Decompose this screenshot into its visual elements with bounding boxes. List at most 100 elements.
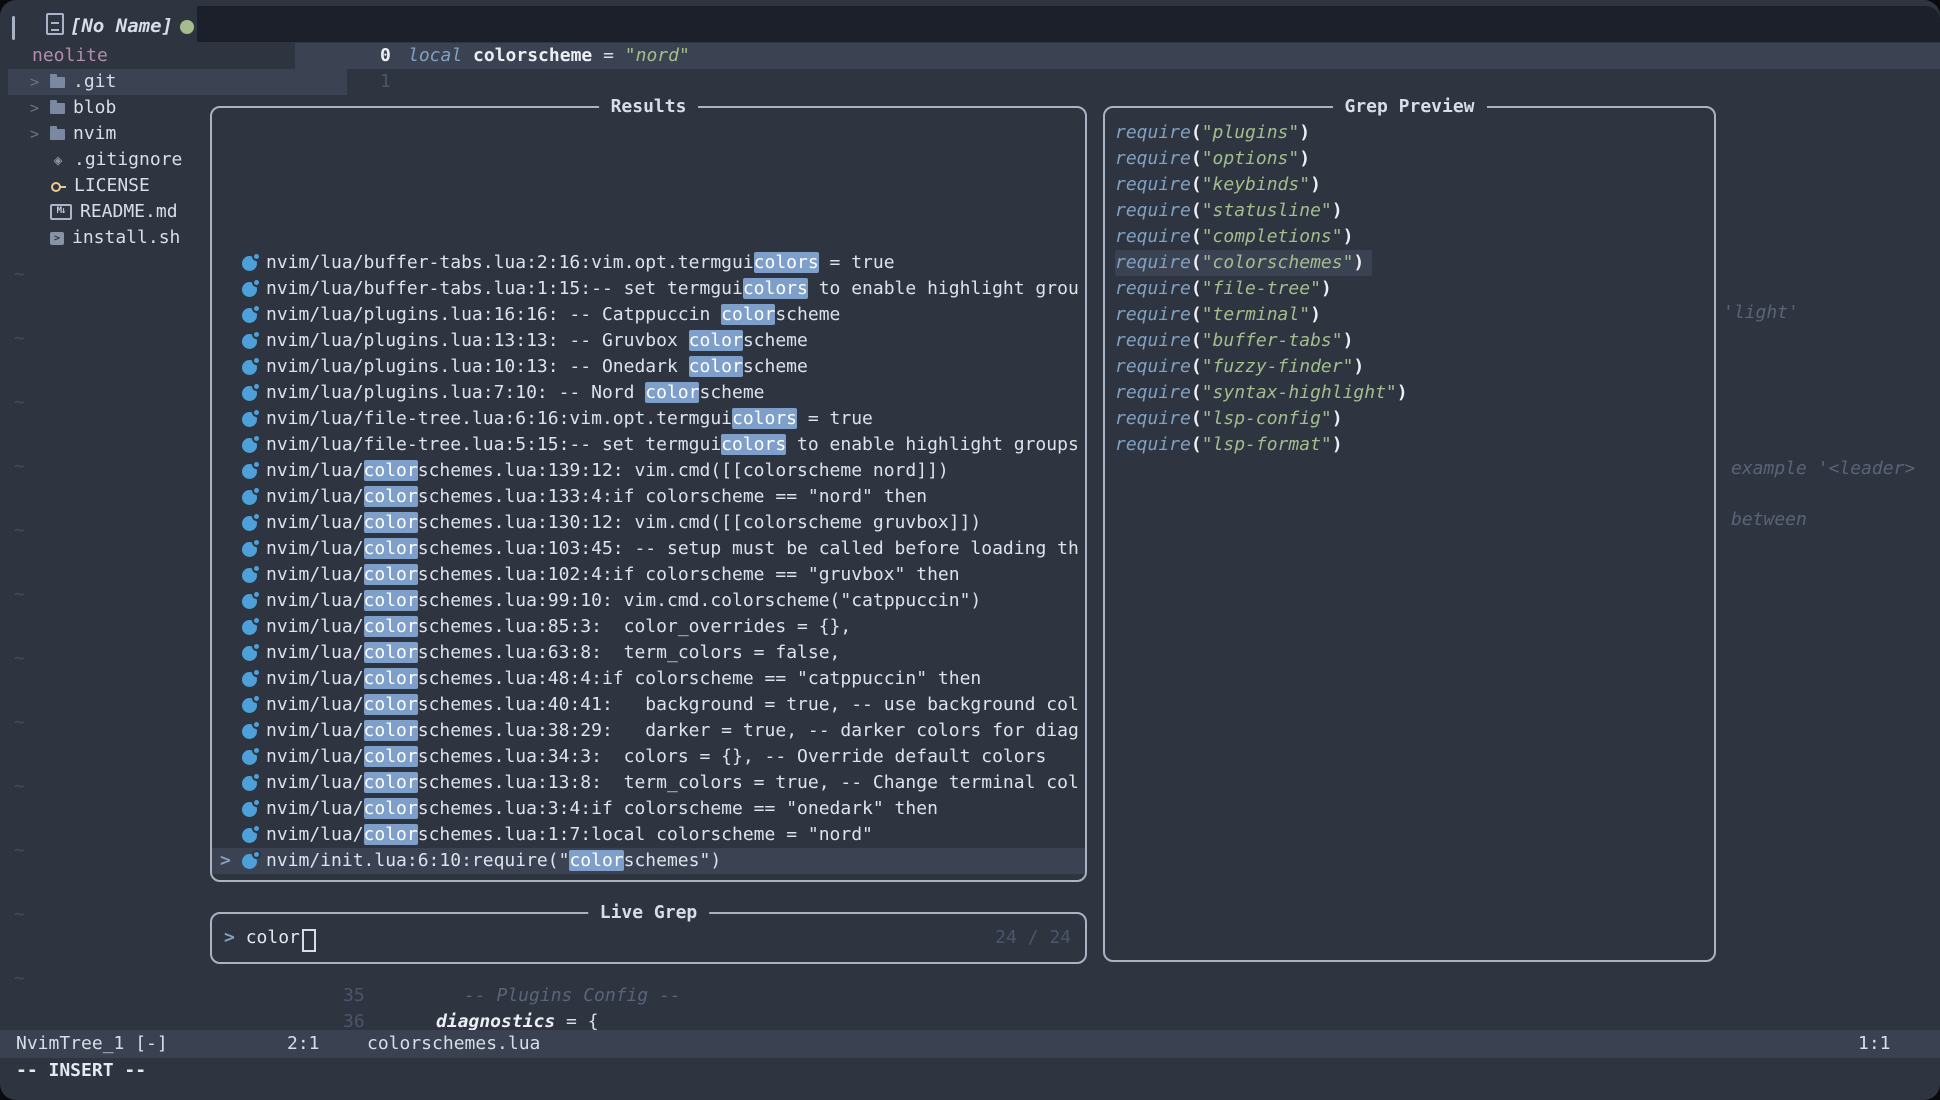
lua-file-icon <box>242 646 257 661</box>
preview-line: require("fuzzy-finder") <box>1105 354 1714 380</box>
empty-line-tilde: ~ <box>14 774 25 800</box>
result-text-post: scheme <box>743 356 808 377</box>
folder-icon <box>50 77 65 88</box>
paren-token: ) <box>1299 148 1310 169</box>
match-highlight: color <box>364 824 418 845</box>
result-row[interactable]: >nvim/lua/colorschemes.lua:34:3: colors … <box>212 744 1085 770</box>
background-text-fragment: 'light' <box>1723 300 1799 326</box>
result-text-pre: nvim/lua/ <box>266 746 364 767</box>
preview-line-code: require("terminal") <box>1115 302 1329 328</box>
result-row[interactable]: >nvim/lua/buffer-tabs.lua:1:15:-- set te… <box>212 276 1085 302</box>
result-row[interactable]: >nvim/lua/plugins.lua:7:10: -- Nord colo… <box>212 380 1085 406</box>
buffer-tab[interactable]: [No Name] <box>70 13 173 39</box>
match-highlight: color <box>364 720 418 741</box>
result-row[interactable]: >nvim/lua/colorschemes.lua:103:45: -- se… <box>212 536 1085 562</box>
comment-line: -- Plugins Config -- <box>464 983 681 1009</box>
result-text-pre: nvim/lua/buffer-tabs.lua:1:15:-- set ter… <box>266 278 743 299</box>
result-text-post: schemes.lua:85:3: color_overrides = {}, <box>418 616 851 637</box>
lua-file-icon <box>242 438 257 453</box>
preview-line-code: require("colorschemes") <box>1115 250 1372 276</box>
match-highlight: colors <box>721 434 786 455</box>
result-row[interactable]: >nvim/init.lua:6:10:require("colorscheme… <box>212 848 1085 874</box>
preview-line: require("colorschemes") <box>1105 250 1714 276</box>
paren-token: ) <box>1310 174 1321 195</box>
result-text: nvim/lua/colorschemes.lua:102:4:if color… <box>266 562 960 588</box>
function-token: require <box>1115 434 1191 455</box>
match-highlight: colors <box>754 252 819 273</box>
paren-token: ) <box>1310 304 1321 325</box>
lua-file-icon <box>242 334 257 349</box>
result-row[interactable]: >nvim/lua/colorschemes.lua:139:12: vim.c… <box>212 458 1085 484</box>
result-row[interactable]: >nvim/lua/colorschemes.lua:102:4:if colo… <box>212 562 1085 588</box>
line-number-current: 0 <box>380 43 391 69</box>
lua-file-icon <box>242 698 257 713</box>
result-text-pre: nvim/lua/ <box>266 512 364 533</box>
result-row[interactable]: >nvim/lua/plugins.lua:13:13: -- Gruvbox … <box>212 328 1085 354</box>
paren-token: ( <box>1191 382 1202 403</box>
lua-file-icon <box>242 802 257 817</box>
result-counter: 24 / 24 <box>995 925 1071 951</box>
preview-line: require("statusline") <box>1105 198 1714 224</box>
result-row[interactable]: >nvim/lua/colorschemes.lua:38:29: darker… <box>212 718 1085 744</box>
match-highlight: color <box>364 772 418 793</box>
empty-line-tilde: ~ <box>14 902 25 928</box>
result-text: nvim/lua/plugins.lua:16:16: -- Catppucci… <box>266 302 840 328</box>
result-row[interactable]: >nvim/lua/plugins.lua:16:16: -- Catppucc… <box>212 302 1085 328</box>
string-token: "buffer-tabs" <box>1202 330 1343 351</box>
result-row[interactable]: >nvim/lua/plugins.lua:10:13: -- Onedark … <box>212 354 1085 380</box>
string-token: "nord" <box>625 45 690 66</box>
editor-cursorline[interactable]: 0 local colorscheme = "nord" <box>295 43 1940 69</box>
result-text-pre: nvim/lua/ <box>266 590 364 611</box>
result-text: nvim/lua/colorschemes.lua:38:29: darker … <box>266 718 1079 744</box>
result-row[interactable]: >nvim/lua/file-tree.lua:6:16:vim.opt.ter… <box>212 406 1085 432</box>
function-token: require <box>1115 278 1191 299</box>
result-row[interactable]: >nvim/lua/colorschemes.lua:48:4:if color… <box>212 666 1085 692</box>
result-row[interactable]: >nvim/lua/colorschemes.lua:3:4:if colors… <box>212 796 1085 822</box>
empty-line-tilde: ~ <box>14 710 25 736</box>
result-row[interactable]: >nvim/lua/colorschemes.lua:40:41: backgr… <box>212 692 1085 718</box>
result-text-pre: nvim/lua/ <box>266 616 364 637</box>
result-row[interactable]: >nvim/lua/colorschemes.lua:130:12: vim.c… <box>212 510 1085 536</box>
match-highlight: color <box>645 382 699 403</box>
markdown-icon: M↓ <box>50 204 72 220</box>
preview-line-code: require("completions") <box>1115 224 1361 250</box>
tree-item--git[interactable]: >.git <box>8 69 347 95</box>
paren-token: ) <box>1343 330 1354 351</box>
diamond-icon: ◈ <box>50 153 66 168</box>
result-row[interactable]: >nvim/lua/colorschemes.lua:133:4:if colo… <box>212 484 1085 510</box>
result-text: nvim/lua/buffer-tabs.lua:1:15:-- set ter… <box>266 276 1079 302</box>
result-text-post: schemes.lua:38:29: darker = true, -- dar… <box>418 720 1079 741</box>
result-row[interactable]: >nvim/lua/colorschemes.lua:85:3: color_o… <box>212 614 1085 640</box>
tabline-strip <box>197 6 1940 42</box>
folder-icon <box>50 129 65 140</box>
function-token: require <box>1115 148 1191 169</box>
tree-item-label: .git <box>73 69 116 95</box>
result-text-pre: nvim/lua/buffer-tabs.lua:2:16:vim.opt.te… <box>266 252 754 273</box>
result-row[interactable]: >nvim/lua/file-tree.lua:5:15:-- set term… <box>212 432 1085 458</box>
empty-line-tilde: ~ <box>14 582 25 608</box>
result-row[interactable]: >nvim/lua/colorschemes.lua:99:10: vim.cm… <box>212 588 1085 614</box>
result-text: nvim/lua/colorschemes.lua:63:8: term_col… <box>266 640 840 666</box>
function-token: require <box>1115 200 1191 221</box>
empty-line-tilde: ~ <box>14 454 25 480</box>
result-text-pre: nvim/lua/ <box>266 538 364 559</box>
lua-file-icon <box>242 386 257 401</box>
live-grep-input[interactable]: > color <box>224 925 316 951</box>
field-token: diagnostics <box>436 1011 555 1032</box>
statusline-filename: colorschemes.lua <box>367 1030 540 1058</box>
tree-root-name[interactable]: neolite <box>32 43 108 69</box>
result-row[interactable]: >nvim/lua/buffer-tabs.lua:2:16:vim.opt.t… <box>212 250 1085 276</box>
statusline-right-position: 1:1 <box>1858 1030 1891 1058</box>
result-row[interactable]: >nvim/lua/colorschemes.lua:1:7:local col… <box>212 822 1085 848</box>
function-token: require <box>1115 382 1191 403</box>
result-text-post: schemes.lua:99:10: vim.cmd.colorscheme("… <box>418 590 982 611</box>
result-row[interactable]: >nvim/lua/colorschemes.lua:63:8: term_co… <box>212 640 1085 666</box>
function-token: require <box>1115 174 1191 195</box>
match-highlight: colors <box>743 278 808 299</box>
paren-token: ( <box>1191 356 1202 377</box>
string-token: "options" <box>1202 148 1300 169</box>
result-text-post: schemes.lua:48:4:if colorscheme == "catp… <box>418 668 982 689</box>
preview-line: require("completions") <box>1105 224 1714 250</box>
result-row[interactable]: >nvim/lua/colorschemes.lua:13:8: term_co… <box>212 770 1085 796</box>
variable-token: colorscheme <box>473 45 592 66</box>
